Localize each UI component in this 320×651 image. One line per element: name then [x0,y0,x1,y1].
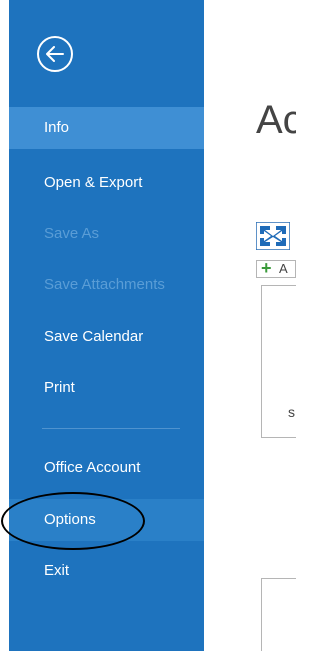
nav-item-print[interactable]: Print [9,367,204,409]
nav-item-save-attachments: Save Attachments [44,276,165,293]
plus-icon: + [261,258,272,278]
card-label: s [288,404,295,420]
cleanup-tools-card[interactable] [261,578,296,651]
backstage-sidebar: Info Open & Export Save As Save Attachme… [9,0,204,651]
add-account-label: A [279,261,288,276]
nav-item-save-calendar[interactable]: Save Calendar [9,316,204,358]
back-button[interactable] [37,36,73,72]
info-pane: Ac + A s [204,0,296,651]
sidebar-divider [42,428,180,429]
highlight-circle [1,492,145,550]
page-title: Ac [256,98,296,142]
back-arrow-icon [46,46,64,62]
exchange-account-icon [256,222,290,250]
nav-item-save-as: Save As [44,225,100,242]
account-settings-card[interactable]: s [261,285,296,438]
nav-item-info[interactable]: Info [9,107,204,149]
add-account-button[interactable]: + A [256,258,296,278]
nav-item-office-account[interactable]: Office Account [9,447,204,489]
nav-item-open-export[interactable]: Open & Export [9,162,204,204]
nav-item-exit[interactable]: Exit [9,550,204,592]
left-gap [0,0,9,651]
